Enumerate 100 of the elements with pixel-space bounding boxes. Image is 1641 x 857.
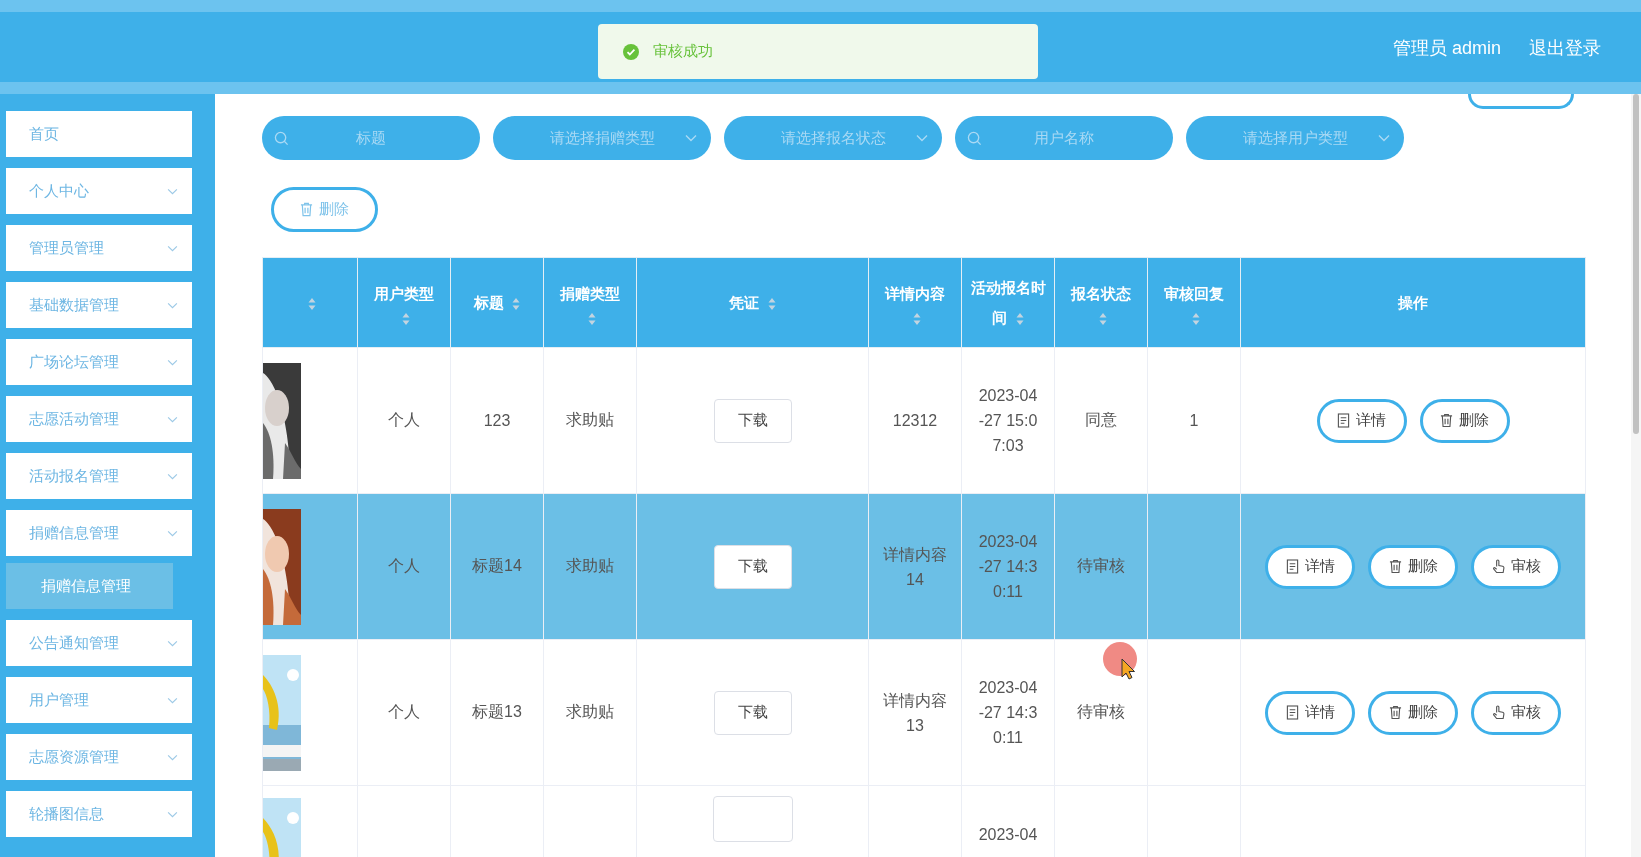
table-cell: 同意 [1054,347,1148,494]
table-cell: 求助贴 [543,493,637,640]
sidebar-subitem[interactable]: 捐赠信息管理 [6,563,173,609]
chevron-down-icon [167,696,178,704]
toast-message: 审核成功 [653,42,713,61]
sidebar-item[interactable]: 捐赠信息管理 [6,510,192,556]
trash-icon [1440,413,1453,428]
chevron-down-icon [167,529,178,537]
sidebar-item[interactable]: 首页 [6,111,192,157]
table-cell: 详情内容14 [868,493,962,640]
sidebar-item[interactable]: 公告通知管理 [6,620,192,666]
chevron-down-icon [167,244,178,252]
table-cell: 标题13 [450,639,544,786]
document-icon [1337,413,1350,428]
download-button[interactable] [712,796,793,842]
sort-icon[interactable] [588,312,596,326]
sidebar-item[interactable]: 个人中心 [6,168,192,214]
details-button[interactable]: 详情 [1316,398,1407,443]
delete-button[interactable]: 删除 [1419,398,1510,443]
column-header[interactable] [262,257,358,348]
column-header[interactable]: 详情内容 [868,257,962,348]
chevron-down-icon [916,134,928,142]
search-field[interactable]: 标题 [262,116,480,160]
search-field[interactable]: 用户名称 [955,116,1173,160]
scrollbar[interactable] [1631,94,1641,857]
sort-icon[interactable] [1192,312,1200,326]
table-cell: 12312 [868,347,962,494]
delete-button[interactable]: 删除 [1368,690,1458,735]
table-cell: 2023-04-27 15:07:03 [961,347,1055,494]
delete-button[interactable]: 删除 [1368,544,1458,589]
user-label: 管理员 admin [1392,37,1501,60]
trash-icon [1388,559,1402,574]
column-header[interactable]: 审核回复 [1147,257,1241,348]
column-header[interactable]: 标题 [450,257,544,348]
chevron-down-icon [167,810,178,818]
sidebar-item[interactable]: 志愿资源管理 [6,734,192,780]
table-cell: 求助贴 [543,347,637,494]
column-header[interactable]: 操作 [1240,257,1586,348]
column-header[interactable]: 凭证 [636,257,869,348]
chevron-down-icon [167,301,178,309]
chevron-down-icon [1378,134,1390,142]
download-button[interactable]: 下载 [713,690,792,735]
sort-icon[interactable] [308,297,316,311]
column-header[interactable]: 活动报名时间 [961,257,1055,348]
table-cell: 待审核 [1054,493,1148,640]
chevron-down-icon [167,639,178,647]
logout-link[interactable]: 退出登录 [1529,36,1601,60]
sidebar-item[interactable]: 管理员管理 [6,225,192,271]
chevron-down-icon [167,472,178,480]
table-cell: 标题14 [450,493,544,640]
search-button[interactable] [1468,94,1574,109]
column-header[interactable]: 捐赠类型 [543,257,637,348]
chevron-down-icon [685,134,697,142]
sidebar-item[interactable]: 广场论坛管理 [6,339,192,385]
sidebar-item[interactable]: 轮播图信息 [6,791,192,837]
sort-icon[interactable] [913,312,921,326]
trash-icon [1388,705,1402,720]
table-row[interactable]: 个人 标题13 求助贴 下载 详情内容13 2023-04-27 14:30:11 待审核 详情 删除 审核 [262,639,1586,786]
check-circle-icon [623,43,639,60]
select-field[interactable]: 请选择用户类型 [1186,116,1404,160]
trash-icon [300,202,313,217]
search-icon [967,130,982,146]
details-button[interactable]: 详情 [1265,690,1355,735]
table-cell: 2023-04-27 14:30:11 [961,493,1055,640]
table-row[interactable]: 个人 标题14 求助贴 下载 详情内容14 2023-04-27 14:30:11 待审核 详情 删除 审核 [262,493,1586,640]
table-cell: 个人 [357,639,451,786]
sidebar-item[interactable]: 活动报名管理 [6,453,192,499]
select-field[interactable]: 请选择捐赠类型 [493,116,711,160]
chevron-down-icon [167,187,178,195]
review-button[interactable]: 审核 [1471,690,1561,735]
document-icon [1285,559,1299,574]
table-cell: 个人 [357,347,451,494]
sort-icon[interactable] [767,296,776,311]
review-button[interactable]: 审核 [1471,544,1561,589]
select-field[interactable]: 请选择报名状态 [724,116,942,160]
sidebar-item[interactable]: 志愿活动管理 [6,396,192,442]
table-cell: 1 [1147,347,1241,494]
table-cell: 求助贴 [543,639,637,786]
download-button[interactable]: 下载 [713,398,792,443]
table-cell: 个人 [357,493,451,640]
table-cell: 2023-04-27 14:30:11 [961,639,1055,786]
delete-button[interactable]: 删除 [271,187,378,232]
search-icon [274,130,289,146]
column-header[interactable]: 报名状态 [1054,257,1148,348]
column-header[interactable]: 用户类型 [357,257,451,348]
sort-icon[interactable] [1099,312,1107,326]
details-button[interactable]: 详情 [1265,544,1355,589]
sort-icon[interactable] [512,296,521,311]
chevron-down-icon [167,358,178,366]
table-row[interactable]: 个人 123 求助贴 下载 12312 2023-04-27 15:07:03 同意 1 详情 删除 [262,347,1586,494]
sidebar-item[interactable]: 基础数据管理 [6,282,192,328]
table-cell: 详情内容13 [868,639,962,786]
sidebar-item[interactable]: 用户管理 [6,677,192,723]
table-row[interactable]: 2023-04 [262,785,1586,857]
sort-icon[interactable] [1015,311,1024,326]
table-cell: 123 [450,347,544,494]
download-button[interactable]: 下载 [713,544,792,589]
document-icon [1285,705,1299,720]
sort-icon[interactable] [402,312,410,326]
chevron-down-icon [167,415,178,423]
